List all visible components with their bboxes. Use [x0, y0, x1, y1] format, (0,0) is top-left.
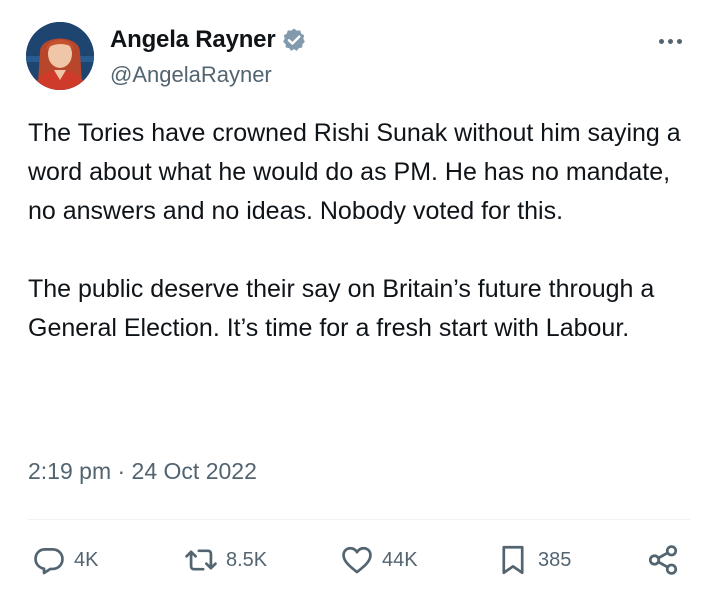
repost-count: 8.5K	[226, 548, 268, 571]
avatar[interactable]	[26, 22, 94, 90]
share-icon	[646, 543, 680, 577]
tweet-card: Angela Rayner @AngelaRayner The Tories h…	[0, 0, 718, 600]
bookmark-icon	[496, 543, 530, 577]
tweet-paragraph-2: The public deserve their say on Britain’…	[28, 275, 655, 342]
author-name[interactable]: Angela Rayner	[110, 26, 276, 54]
reply-count: 4K	[74, 548, 99, 571]
more-options-button[interactable]	[652, 30, 688, 52]
like-button[interactable]: 44K	[340, 535, 418, 585]
verified-badge-icon	[281, 27, 307, 53]
like-icon	[340, 543, 374, 577]
action-bar: 4K 8.5K 44K 385	[0, 535, 718, 585]
reply-icon	[32, 543, 66, 577]
reply-button[interactable]: 4K	[32, 535, 98, 585]
tweet-text: The Tories have crowned Rishi Sunak with…	[28, 114, 692, 348]
more-options-icon	[658, 38, 664, 44]
like-count: 44K	[382, 548, 418, 571]
bookmark-button[interactable]: 385	[496, 535, 571, 585]
author-handle[interactable]: @AngelaRayner	[110, 62, 272, 88]
avatar-image	[26, 22, 94, 90]
divider	[28, 519, 690, 520]
share-button[interactable]	[646, 535, 680, 585]
tweet-paragraph-1: The Tories have crowned Rishi Sunak with…	[28, 119, 681, 225]
repost-icon	[184, 543, 218, 577]
bookmark-count: 385	[538, 548, 572, 571]
author-row: Angela Rayner	[110, 26, 307, 54]
repost-button[interactable]: 8.5K	[184, 535, 267, 585]
tweet-timestamp[interactable]: 2:19 pm · 24 Oct 2022	[28, 458, 257, 485]
